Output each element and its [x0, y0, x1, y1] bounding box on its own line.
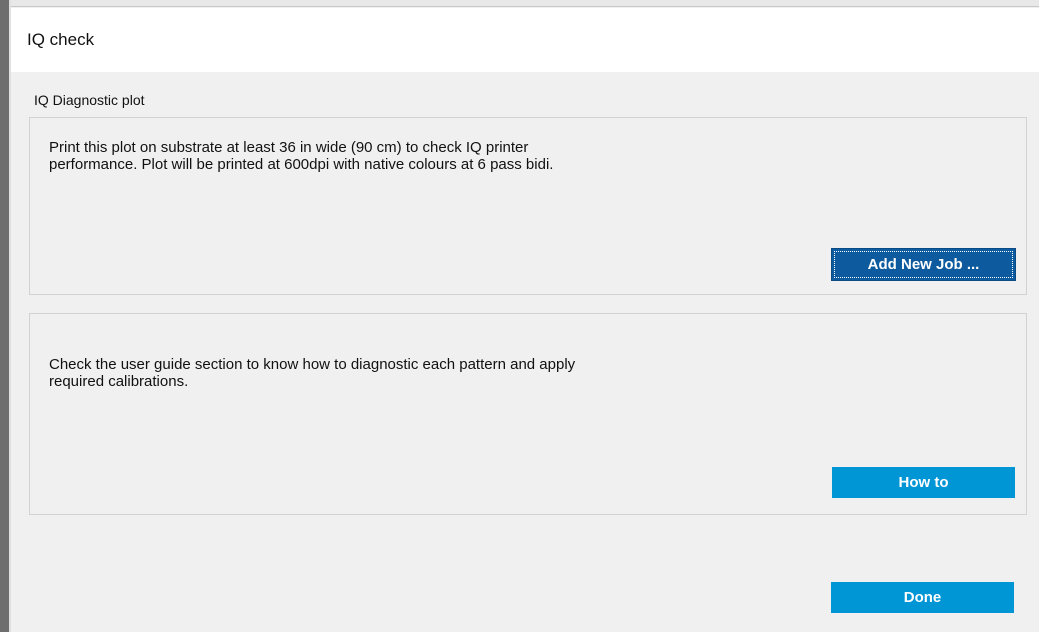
top-edge [0, 0, 1039, 7]
add-new-job-button[interactable]: Add New Job ... [832, 249, 1015, 280]
plot-description-line1: Print this plot on substrate at least 36… [49, 139, 529, 156]
guide-description-line2: required calibrations. [49, 373, 189, 390]
left-edge-highlight [9, 0, 11, 632]
guide-panel: Check the user guide section to know how… [29, 313, 1027, 515]
dialog-window: IQ check IQ Diagnostic plot Print this p… [0, 0, 1039, 632]
plot-panel: Print this plot on substrate at least 36… [29, 117, 1027, 295]
guide-description: Check the user guide section to know how… [49, 356, 575, 390]
done-button[interactable]: Done [831, 582, 1014, 613]
plot-description-line2: performance. Plot will be printed at 600… [49, 156, 554, 173]
plot-description: Print this plot on substrate at least 36… [49, 139, 553, 173]
left-edge [0, 0, 9, 632]
how-to-button[interactable]: How to [832, 467, 1015, 498]
window-title: IQ check [27, 30, 95, 49]
title-bar: IQ check [11, 8, 1039, 72]
guide-description-line1: Check the user guide section to know how… [49, 356, 576, 373]
group-label: IQ Diagnostic plot [34, 92, 145, 108]
